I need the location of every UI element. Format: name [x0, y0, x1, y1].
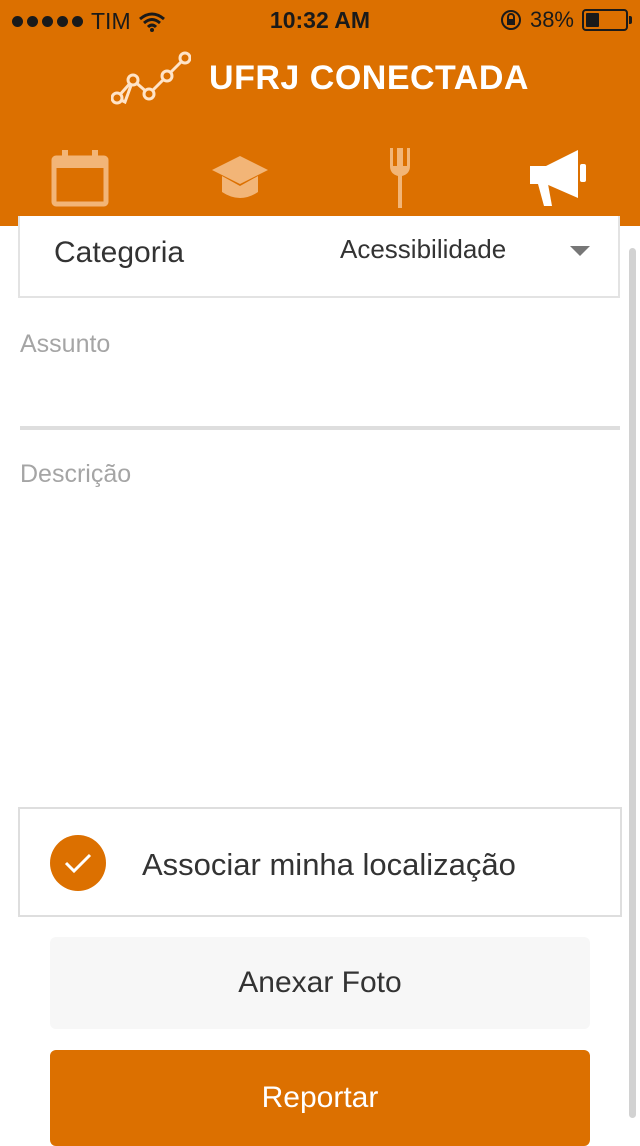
battery-percent: 38% [529, 7, 574, 32]
location-toggle[interactable]: Associar minha localização [18, 807, 622, 917]
category-value[interactable]: Acessibilidade [340, 234, 506, 265]
status-bar: TIM 10:32 AM 38% [0, 0, 640, 40]
graduation-cap-icon [212, 156, 268, 198]
app-title: UFRJ CONECTADA [209, 58, 529, 97]
brand: UFRJ CONECTADA [0, 48, 640, 108]
megaphone-icon [530, 150, 586, 206]
status-right: 38% [500, 7, 632, 33]
battery-icon [582, 9, 632, 31]
tab-courses[interactable] [190, 138, 290, 218]
rotation-lock-icon [500, 10, 521, 30]
category-select[interactable]: Categoria Acessibilidade [18, 216, 620, 298]
tab-calendar[interactable] [30, 138, 130, 218]
category-label: Categoria [54, 236, 185, 269]
report-button[interactable]: Reportar [50, 1050, 590, 1146]
checkmark-icon [64, 853, 92, 874]
tab-bar [0, 138, 640, 218]
tab-restaurant[interactable] [350, 138, 450, 218]
description-input[interactable]: Descrição [20, 460, 620, 790]
location-label: Associar minha localização [142, 847, 516, 882]
subject-input[interactable]: Assunto [20, 330, 620, 430]
location-checkbox[interactable] [50, 835, 106, 891]
app-header: TIM 10:32 AM 38% UFRJ CONECTADA [0, 0, 640, 226]
dropdown-arrow-icon[interactable] [570, 246, 590, 256]
fork-icon [390, 148, 410, 208]
scrollbar[interactable] [629, 248, 636, 1118]
description-placeholder: Descrição [20, 460, 132, 488]
connected-dots-logo [111, 51, 192, 105]
subject-placeholder: Assunto [20, 330, 111, 358]
attach-photo-button[interactable]: Anexar Foto [50, 937, 590, 1029]
tab-report[interactable] [508, 138, 608, 218]
calendar-icon [51, 150, 109, 207]
battery-fill [586, 13, 599, 27]
